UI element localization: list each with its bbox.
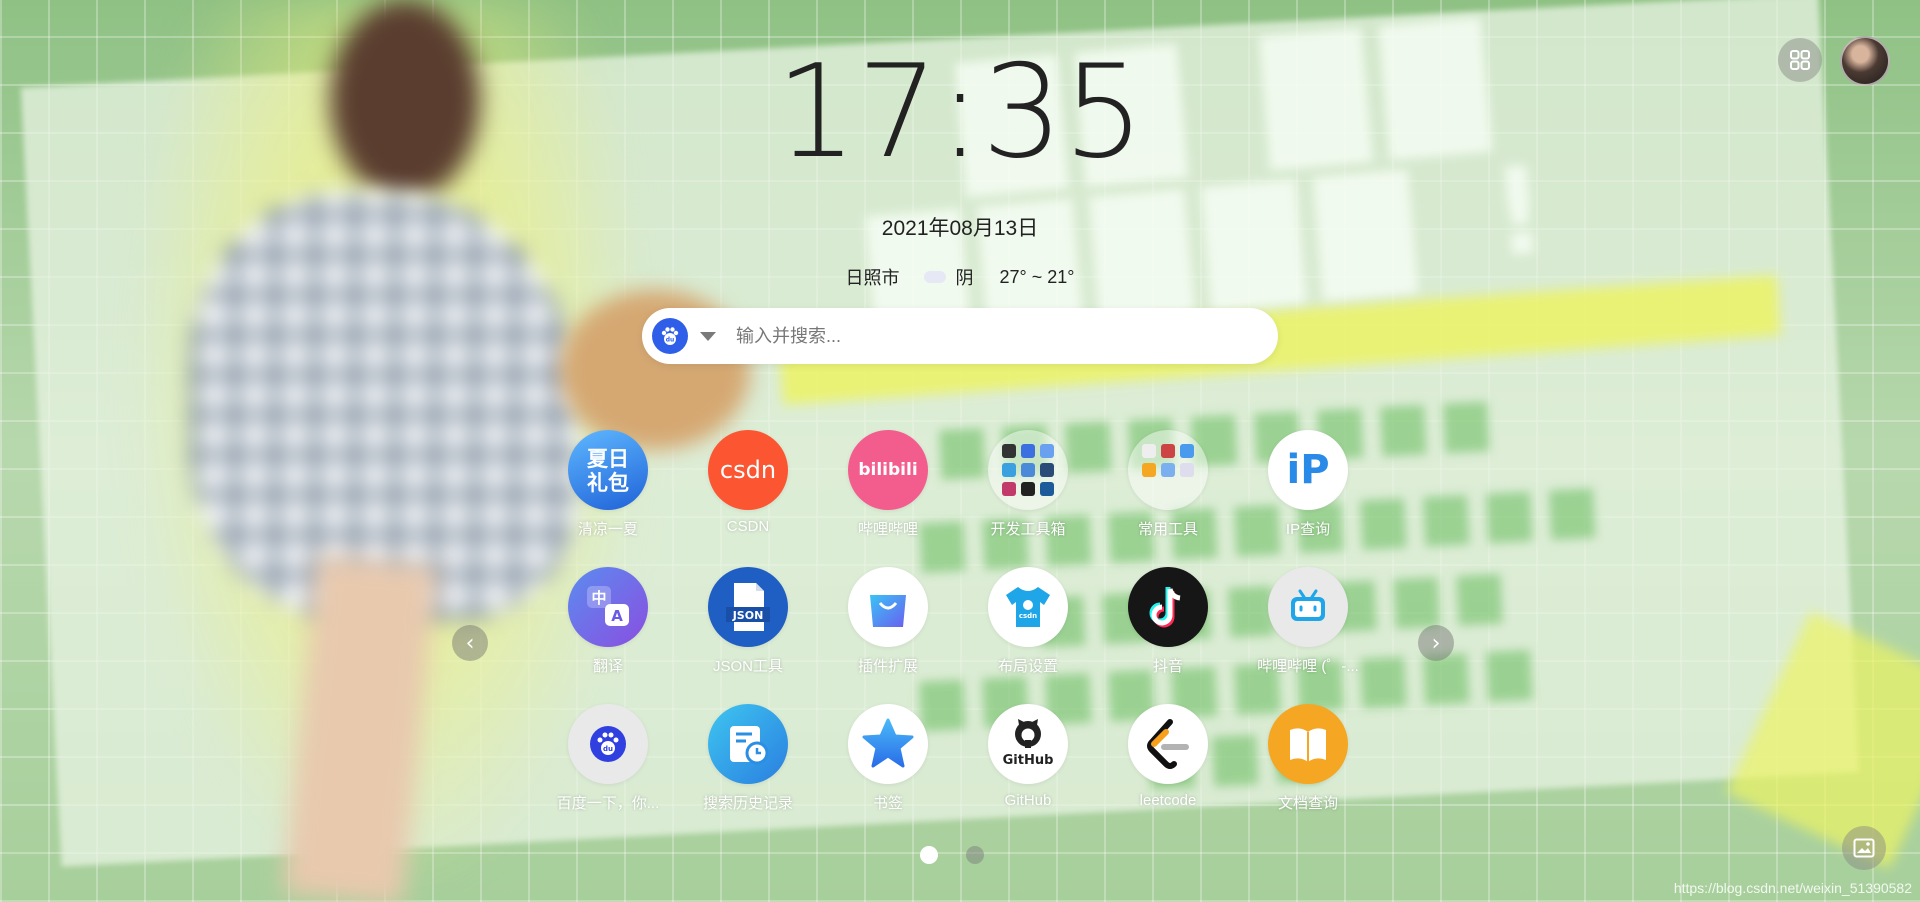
shortcut-grid: 夏日 礼包 清凉一夏 csdn CSDN bilibili 哔哩哔哩 开发工具箱… — [538, 430, 1378, 841]
shortcut-label: 抖音 — [1152, 658, 1183, 675]
shortcut-bilibili-2[interactable]: 哔哩哔哩 (゜-... — [1238, 567, 1378, 704]
shortcut-label: 常用工具 — [1137, 521, 1198, 538]
page-indicator — [920, 846, 984, 864]
translate-icon: 中 A — [568, 567, 648, 647]
avatar[interactable] — [1840, 36, 1890, 86]
shortcut-label: 开发工具箱 — [990, 521, 1066, 538]
wallpaper-person-shirt — [190, 190, 580, 620]
svg-text:csdn: csdn — [1019, 612, 1037, 620]
shortcut-ip-lookup[interactable]: iP IP查询 — [1238, 430, 1378, 567]
clock-time: 17:35 — [775, 38, 1145, 187]
shortcut-label: 哔哩哔哩 — [857, 521, 918, 538]
shortcut-extensions[interactable]: 插件扩展 — [818, 567, 958, 704]
cloud-icon — [923, 271, 946, 283]
shopping-bag-icon — [848, 567, 928, 647]
svg-text:du: du — [603, 745, 613, 753]
folder-icon — [988, 430, 1068, 510]
shortcut-label: 翻译 — [592, 658, 623, 675]
shortcut-label: 清凉一夏 — [577, 521, 638, 538]
shortcut-label: 搜索历史记录 — [702, 795, 793, 812]
search-engine-button[interactable]: du — [652, 318, 688, 354]
baidu-paw-icon: du — [661, 327, 679, 345]
apps-menu-button[interactable] — [1778, 38, 1822, 82]
shortcut-translate[interactable]: 中 A 翻译 — [538, 567, 678, 704]
shortcut-layout-settings[interactable]: csdn 布局设置 — [958, 567, 1098, 704]
shortcut-label: IP查询 — [1285, 521, 1331, 538]
weather-temperature: 27° ~ 21° — [999, 266, 1075, 287]
tshirt-icon: csdn — [988, 567, 1068, 647]
bilibili-logo-text: bilibili — [858, 460, 918, 480]
prev-page-button[interactable]: ‹ — [452, 625, 488, 661]
svg-text:JSON: JSON — [732, 609, 764, 622]
tiktok-icon — [1128, 567, 1208, 647]
page-dot-2[interactable] — [966, 846, 984, 864]
clock-date: 2021年08月13日 — [881, 217, 1039, 240]
search-input[interactable] — [734, 324, 1238, 348]
github-icon: GitHub — [988, 704, 1068, 784]
chevron-down-icon[interactable] — [700, 331, 716, 341]
chevron-left-icon: ‹ — [465, 630, 475, 656]
weather-condition: 阴 — [955, 268, 974, 288]
weather-city: 日照市 — [845, 268, 900, 288]
shortcut-label: GitHub — [1004, 792, 1052, 809]
watermark: https://blog.csdn.net/weixin_51390582 — [1673, 880, 1912, 896]
shortcut-douyin[interactable]: 抖音 — [1098, 567, 1238, 704]
ip-logo-text: iP — [1286, 447, 1330, 493]
folder-icon — [1128, 430, 1208, 510]
csdn-icon: csdn — [708, 430, 788, 510]
grid-icon — [1790, 50, 1810, 70]
shortcut-label: CSDN — [726, 518, 770, 535]
wallpaper-button[interactable] — [1842, 826, 1886, 870]
history-icon — [708, 704, 788, 784]
shortcut-docs[interactable]: 文档查询 — [1238, 704, 1378, 841]
svg-text:A: A — [611, 607, 623, 625]
page-dot-1[interactable] — [920, 846, 938, 864]
shortcut-label: 布局设置 — [997, 658, 1058, 675]
shortcut-dev-tools-folder[interactable]: 开发工具箱 — [958, 430, 1098, 567]
bilibili-icon: bilibili — [848, 430, 928, 510]
baidu-icon: du — [568, 704, 648, 784]
shortcut-label: 百度一下，你... — [556, 795, 660, 812]
wallpaper-person-legs — [282, 554, 438, 902]
book-icon — [1268, 704, 1348, 784]
shortcut-github[interactable]: GitHub GitHub — [958, 704, 1098, 841]
shortcut-label: 文档查询 — [1277, 795, 1338, 812]
shortcut-label: 哔哩哔哩 (゜-... — [1257, 658, 1359, 675]
shortcut-csdn[interactable]: csdn CSDN — [678, 430, 818, 567]
shortcut-common-tools-folder[interactable]: 常用工具 — [1098, 430, 1238, 567]
shortcut-json-tool[interactable]: JSON JSON工具 — [678, 567, 818, 704]
star-icon — [848, 704, 928, 784]
svg-text:du: du — [666, 337, 675, 344]
shortcut-label: 书签 — [872, 795, 903, 812]
shortcut-label: 插件扩展 — [857, 658, 918, 675]
svg-text:夏日: 夏日 — [587, 447, 629, 471]
svg-text:礼包: 礼包 — [587, 471, 629, 495]
shortcut-bilibili[interactable]: bilibili 哔哩哔哩 — [818, 430, 958, 567]
shortcut-leetcode[interactable]: leetcode — [1098, 704, 1238, 841]
csdn-logo-text: csdn — [719, 456, 777, 484]
search-bar: du — [642, 308, 1278, 364]
svg-text:GitHub: GitHub — [1003, 753, 1054, 768]
new-tab-page: ▇▇ ▇▇ ▇▇▇▇▇ ! ▆▆▆▆▆▆▆▆▆ ▆▆▆▆▆▆▆▆▆▆▆ ▆▆▆ ▆… — [0, 0, 1920, 902]
leetcode-icon — [1128, 704, 1208, 784]
image-icon — [1853, 838, 1875, 858]
shortcut-label: JSON工具 — [712, 658, 783, 675]
bilibili-tv-icon — [1268, 567, 1348, 647]
ip-icon: iP — [1268, 430, 1348, 510]
next-page-button[interactable]: › — [1418, 625, 1454, 661]
shortcut-baidu[interactable]: du 百度一下，你... — [538, 704, 678, 841]
weather-widget[interactable]: 日照市 阴 27° ~ 21° — [760, 264, 1160, 290]
chevron-right-icon: › — [1431, 630, 1441, 656]
shortcut-bookmarks[interactable]: 书签 — [818, 704, 958, 841]
shortcut-summer[interactable]: 夏日 礼包 清凉一夏 — [538, 430, 678, 567]
json-icon: JSON — [708, 567, 788, 647]
shortcut-label: leetcode — [1139, 792, 1197, 809]
wallpaper-corner — [1726, 611, 1920, 869]
summer-gift-icon: 夏日 礼包 — [568, 430, 648, 510]
wallpaper-person — [330, 0, 480, 200]
shortcut-search-history[interactable]: 搜索历史记录 — [678, 704, 818, 841]
svg-text:中: 中 — [591, 589, 606, 607]
